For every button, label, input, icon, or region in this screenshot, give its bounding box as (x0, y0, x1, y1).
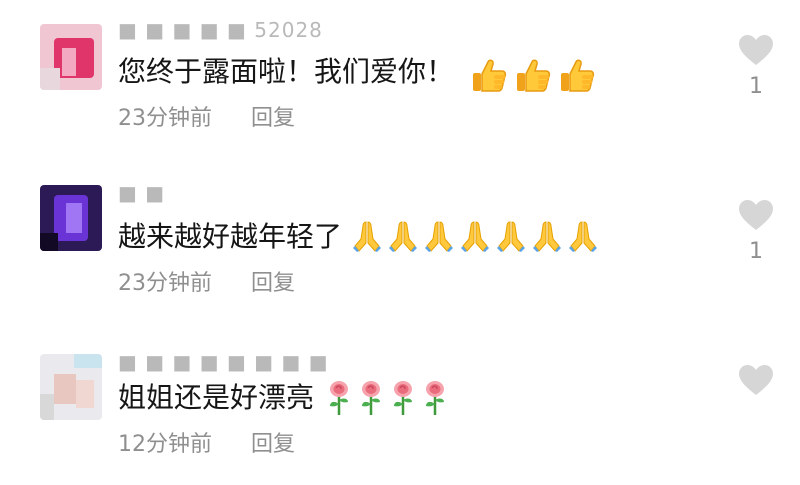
like-button[interactable]: 1 (734, 199, 778, 265)
heart-icon (739, 365, 773, 395)
username[interactable]: ■ ■ ■ ■ ■ 52028 (118, 20, 323, 40)
comment-meta: 23分钟前 回复 (118, 269, 295, 299)
comment-item: ■ ■ 越来越好越年轻了 23分钟前 回复 1 (0, 165, 800, 315)
avatar[interactable] (40, 24, 102, 90)
comment-text-content: 越来越好越年轻了 (118, 220, 343, 253)
thumbs-up-icon (470, 56, 508, 98)
comment-text-content: 您终于露面啦！我们爱你！ (118, 55, 455, 88)
praying-hands-icon (460, 219, 490, 257)
comment-meta: 12分钟前 回复 (118, 430, 295, 460)
comment-text-content: 姐姐还是好漂亮 (118, 381, 315, 414)
username[interactable]: ■ ■ (118, 183, 165, 203)
avatar[interactable] (40, 185, 102, 251)
comment-item: ■ ■ ■ ■ ■ 52028 您终于露面啦！我们爱你！ 23分钟前 回复 1 (0, 0, 800, 150)
comment-text: 越来越好越年轻了 (118, 217, 342, 257)
praying-hands-icon (568, 219, 598, 257)
like-button[interactable] (734, 364, 778, 404)
comment-text: 您终于露面啦！我们爱你！ (118, 52, 454, 92)
timestamp: 12分钟前 (118, 432, 212, 457)
praying-hands-icon (388, 219, 418, 257)
praying-hands-icon (496, 219, 526, 257)
thumbs-up-icon (514, 56, 552, 98)
rose-icon (390, 380, 416, 420)
rose-icon (358, 380, 384, 420)
praying-hands-icon (424, 219, 454, 257)
rose-icon (422, 380, 448, 420)
rose-icon (326, 380, 352, 420)
emoji-group (470, 56, 596, 98)
comment-meta: 23分钟前 回复 (118, 104, 295, 134)
praying-hands-icon (532, 219, 562, 257)
reply-button[interactable]: 回复 (251, 106, 295, 131)
avatar[interactable] (40, 354, 102, 420)
heart-icon (739, 200, 773, 230)
thumbs-up-icon (558, 56, 596, 98)
reply-button[interactable]: 回复 (251, 271, 295, 296)
comment-item: ■ ■ ■ ■ ■ ■ ■ ■ 姐姐还是好漂亮 12分钟前 回复 (0, 340, 800, 485)
heart-icon (739, 35, 773, 65)
praying-hands-icon (352, 219, 382, 257)
reply-button[interactable]: 回复 (251, 432, 295, 457)
like-button[interactable]: 1 (734, 34, 778, 100)
timestamp: 23分钟前 (118, 271, 212, 296)
like-count: 1 (749, 74, 763, 99)
emoji-group (352, 219, 598, 257)
emoji-group (326, 380, 448, 420)
timestamp: 23分钟前 (118, 106, 212, 131)
comment-text: 姐姐还是好漂亮 (118, 378, 314, 418)
like-count: 1 (749, 239, 763, 264)
username[interactable]: ■ ■ ■ ■ ■ ■ ■ ■ (118, 352, 329, 372)
